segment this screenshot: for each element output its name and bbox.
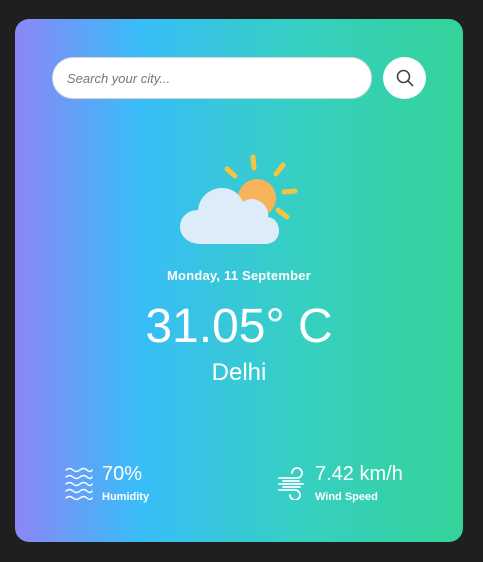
wind-stat: 7.42 km/h Wind Speed <box>277 463 403 503</box>
humidity-waves-icon <box>65 467 93 500</box>
wind-icon <box>278 467 304 500</box>
partly-cloudy-icon <box>180 154 298 244</box>
humidity-value: 70% <box>102 463 143 485</box>
search-icon <box>396 69 413 87</box>
city-name: Delhi <box>211 359 267 386</box>
wind-label: Wind Speed <box>315 491 378 503</box>
humidity-stat: 70% Humidity <box>64 463 149 503</box>
temperature-value: 31.05° C <box>145 300 333 353</box>
date-label: Monday, 11 September <box>167 268 311 283</box>
search-input[interactable] <box>52 57 372 99</box>
weather-card: Monday, 11 September 31.05° C Delhi 70% … <box>15 19 463 542</box>
search-button[interactable] <box>383 57 426 99</box>
humidity-label: Humidity <box>102 491 150 503</box>
wind-value: 7.42 km/h <box>315 463 403 485</box>
